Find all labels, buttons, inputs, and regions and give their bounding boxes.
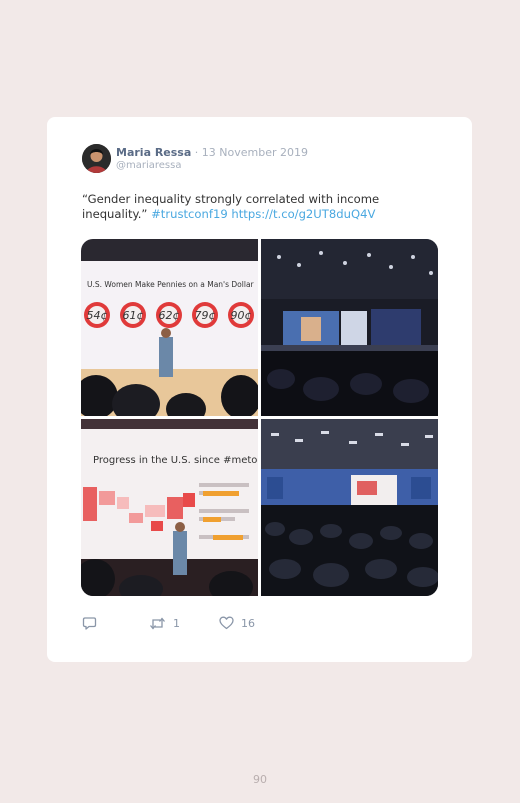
avatar[interactable] bbox=[82, 144, 111, 173]
photo-metoo-slide[interactable]: Progress in the U.S. since #metoo bbox=[81, 419, 258, 596]
heart-icon bbox=[219, 616, 234, 630]
tweet-text: “Gender inequality strongly correlated w… bbox=[82, 192, 412, 222]
author-name[interactable]: Maria Ressa bbox=[116, 146, 191, 159]
author-handle[interactable]: @mariaressa bbox=[116, 160, 181, 171]
retweet-count: 1 bbox=[173, 617, 180, 630]
slide-value-5: 90¢ bbox=[231, 309, 252, 322]
slide-title-3: Progress in the U.S. since #metoo bbox=[93, 455, 258, 466]
page-number: 90 bbox=[253, 773, 267, 786]
photo-stage[interactable] bbox=[261, 239, 438, 416]
like-button[interactable]: 16 bbox=[219, 616, 255, 630]
hashtag-link[interactable]: #trustconf19 bbox=[151, 207, 228, 221]
url-link[interactable]: https://t.co/g2UT8duQ4V bbox=[231, 207, 375, 221]
tweet-date[interactable]: 13 November 2019 bbox=[202, 146, 308, 159]
reply-icon bbox=[82, 617, 97, 630]
tweet-card: Maria Ressa · 13 November 2019 @mariares… bbox=[47, 117, 472, 662]
reply-button[interactable] bbox=[82, 616, 97, 631]
slide-value-3: 62¢ bbox=[159, 309, 180, 322]
photo-grid: 54¢ 61¢ 62¢ 79¢ 90¢ U.S. Women Make Penn… bbox=[81, 239, 438, 596]
tweet-header: Maria Ressa · 13 November 2019 bbox=[116, 146, 308, 159]
slide-value-2: 61¢ bbox=[123, 309, 144, 322]
slide-value-1: 54¢ bbox=[87, 309, 108, 322]
retweet-icon bbox=[150, 617, 165, 630]
photo-pay-gap-slide[interactable]: 54¢ 61¢ 62¢ 79¢ 90¢ U.S. Women Make Penn… bbox=[81, 239, 258, 416]
slide-value-4: 79¢ bbox=[195, 309, 216, 322]
header-separator: · bbox=[191, 146, 202, 159]
like-count: 16 bbox=[241, 616, 255, 630]
photo-hall[interactable] bbox=[261, 419, 438, 596]
slide-title-1: U.S. Women Make Pennies on a Man's Dolla… bbox=[87, 280, 255, 289]
retweet-button[interactable]: 1 bbox=[149, 616, 180, 631]
